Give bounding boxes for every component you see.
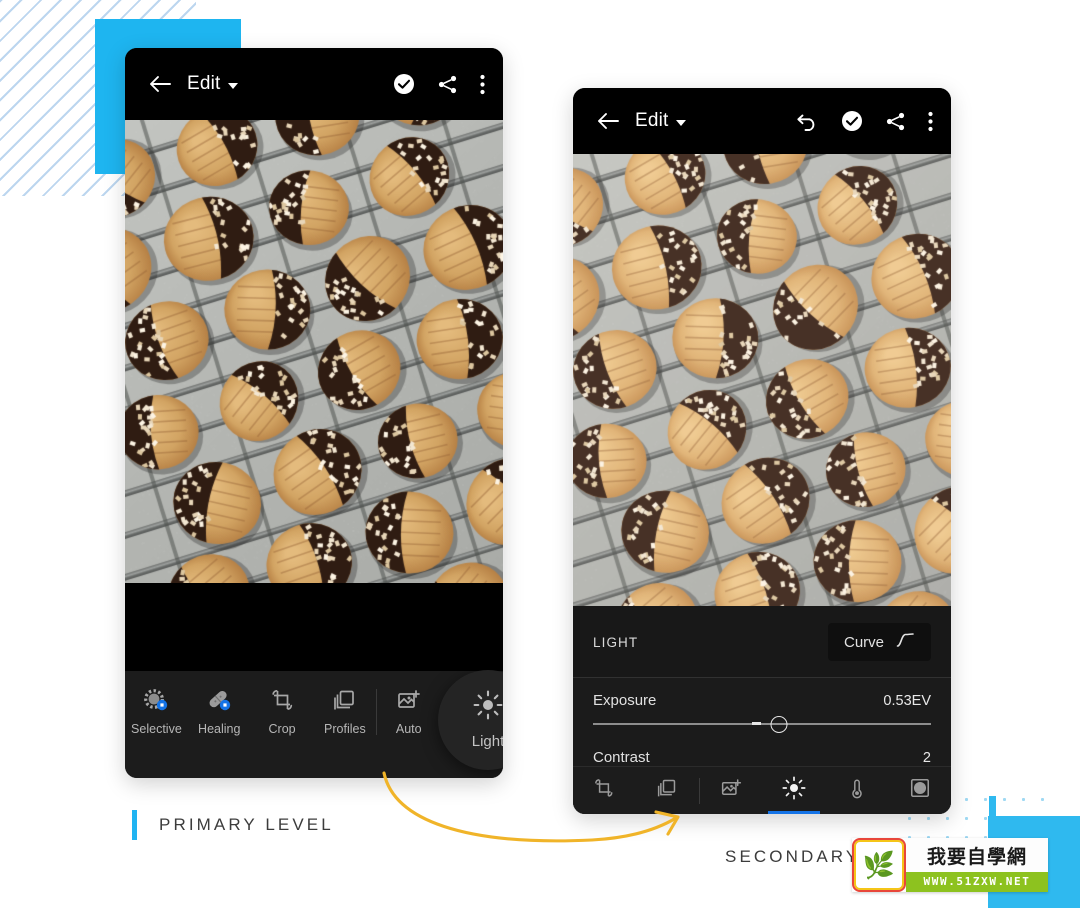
light-tool-label: Light xyxy=(472,733,503,750)
bottom-tab-light[interactable] xyxy=(762,767,825,814)
slider-label: Exposure xyxy=(593,692,656,709)
sun-icon xyxy=(782,776,806,805)
undo-icon[interactable] xyxy=(796,111,819,131)
check-circle-icon[interactable] xyxy=(841,110,863,132)
caret-down-icon xyxy=(228,83,238,89)
secondary-phone-mockup: Edit LIGHT Curve Exposure 0.53EV Contras… xyxy=(573,88,951,814)
watermark-url: WWW.51ZXW.NET xyxy=(906,872,1048,892)
arrow-left-icon[interactable] xyxy=(143,74,177,94)
label-accent-bar xyxy=(132,810,137,840)
slider-value: 2 xyxy=(923,750,931,766)
tool-label: Auto xyxy=(396,722,422,736)
slider-track[interactable] xyxy=(593,713,931,735)
curve-button[interactable]: Curve xyxy=(828,623,931,661)
page-title: Edit xyxy=(635,110,669,132)
crop-icon xyxy=(270,687,295,713)
plant-logo-icon: 🌿 xyxy=(852,838,906,892)
tool-profiles[interactable]: Profiles xyxy=(313,687,376,736)
primary-photo-letterbox xyxy=(125,583,503,670)
effects-icon xyxy=(909,777,931,804)
secondary-title[interactable]: Edit xyxy=(635,110,686,132)
tool-selective[interactable]: Selective xyxy=(125,687,188,736)
slider-contrast-line: Contrast 2 xyxy=(593,749,931,766)
light-panel-title: LIGHT xyxy=(593,635,638,650)
watermark-text-block: 我要自學網 WWW.51ZXW.NET xyxy=(906,838,1048,892)
share-icon[interactable] xyxy=(437,74,458,95)
watermark-cn-text: 我要自學網 xyxy=(906,838,1048,872)
tone-curve-icon xyxy=(896,632,915,652)
healing-icon xyxy=(206,687,232,713)
check-circle-icon[interactable] xyxy=(393,73,415,95)
primary-photo xyxy=(125,120,503,583)
curve-button-label: Curve xyxy=(844,634,884,651)
primary-topbar: Edit xyxy=(125,48,503,120)
secondary-photo xyxy=(573,154,951,606)
tool-label: Crop xyxy=(269,722,296,736)
color-icon xyxy=(846,777,868,804)
slider-center-tick xyxy=(752,722,761,725)
primary-title[interactable]: Edit xyxy=(187,73,238,95)
flow-arrow xyxy=(380,768,700,848)
primary-topbar-actions xyxy=(393,73,485,95)
primary-phone-mockup: Edit Selective Healing Crop Profiles Aut… xyxy=(125,48,503,778)
tool-auto[interactable]: Auto xyxy=(377,687,440,736)
label-text: SECONDARY xyxy=(725,847,860,867)
bottom-tab-auto[interactable] xyxy=(700,767,763,814)
site-watermark: 🌿 我要自學網 WWW.51ZXW.NET xyxy=(852,838,1048,892)
secondary-topbar-actions xyxy=(796,110,933,132)
more-vertical-icon[interactable] xyxy=(480,74,485,95)
cookies-photo xyxy=(125,120,503,583)
more-vertical-icon[interactable] xyxy=(928,111,933,132)
label-text: PRIMARY LEVEL xyxy=(159,815,334,835)
sun-icon xyxy=(473,690,503,724)
caret-down-icon xyxy=(676,120,686,126)
bottom-tab-color[interactable] xyxy=(825,767,888,814)
tool-label: Healing xyxy=(198,722,240,736)
slider-value: 0.53EV xyxy=(883,693,931,709)
auto-icon xyxy=(720,777,743,804)
slider-label: Contrast xyxy=(593,749,650,766)
tool-label: Profiles xyxy=(324,722,366,736)
slider-exposure[interactable]: Exposure 0.53EV xyxy=(573,678,951,735)
profiles-icon xyxy=(332,687,357,713)
primary-level-label: PRIMARY LEVEL xyxy=(132,810,334,840)
secondary-topbar: Edit xyxy=(573,88,951,154)
cookies-photo-edited xyxy=(573,154,951,606)
secondary-level-label: SECONDARY xyxy=(725,847,860,867)
slider-knob[interactable] xyxy=(770,716,787,733)
plant-glyph: 🌿 xyxy=(863,852,895,878)
tool-label: Selective xyxy=(131,722,182,736)
selective-icon xyxy=(143,687,169,713)
light-panel-header: LIGHT Curve xyxy=(573,606,951,678)
tool-healing[interactable]: Healing xyxy=(188,687,251,736)
share-icon[interactable] xyxy=(885,111,906,132)
arrow-left-icon[interactable] xyxy=(591,111,625,131)
page-title: Edit xyxy=(187,73,221,95)
bottom-tab-effects[interactable] xyxy=(888,767,951,814)
tool-crop[interactable]: Crop xyxy=(251,687,314,736)
auto-icon xyxy=(396,687,422,713)
slider-exposure-line: Exposure 0.53EV xyxy=(593,692,931,709)
